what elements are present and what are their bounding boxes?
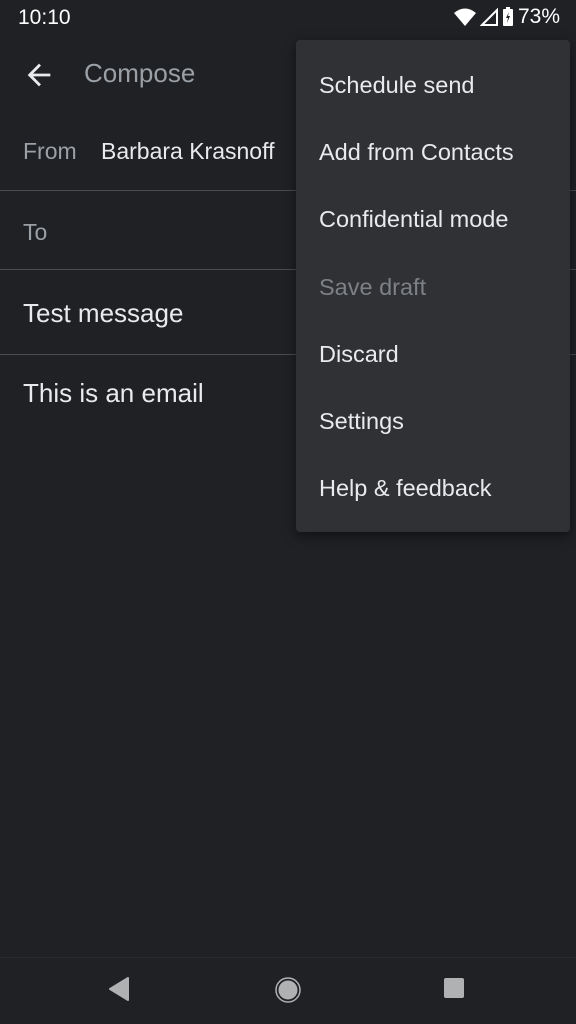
cellular-signal-icon — [479, 8, 498, 26]
from-value[interactable]: Barbara Krasnoff — [101, 138, 274, 165]
arrow-left-icon[interactable] — [22, 58, 56, 92]
page-title: Compose — [84, 58, 196, 88]
from-label: From — [23, 138, 77, 164]
menu-item-discard[interactable]: Discard — [296, 321, 570, 388]
battery-percent: 73% — [517, 5, 560, 28]
navigation-bar — [0, 957, 576, 1024]
nav-back-icon[interactable] — [108, 976, 132, 1002]
wifi-icon — [453, 8, 476, 26]
menu-item-settings[interactable]: Settings — [296, 388, 570, 455]
nav-recents-icon[interactable] — [442, 976, 466, 1000]
battery-charging-icon — [502, 7, 513, 26]
nav-home-icon[interactable] — [274, 976, 302, 1004]
menu-item-save-draft: Save draft — [319, 273, 427, 300]
menu-item-add-from-contacts[interactable]: Add from Contacts — [296, 119, 570, 186]
menu-item-confidential-mode[interactable]: Confidential mode — [296, 186, 570, 253]
status-bar: 10:10 73% — [0, 0, 576, 36]
subject-input[interactable]: Test message — [23, 298, 183, 329]
status-time: 10:10 — [18, 6, 71, 29]
menu-item-schedule-send[interactable]: Schedule send — [296, 52, 570, 119]
menu-item-help-feedback[interactable]: Help & feedback — [296, 455, 570, 522]
body-input[interactable]: This is an email — [23, 378, 204, 409]
overflow-menu: Schedule send Add from Contacts Confiden… — [296, 40, 570, 532]
to-label: To — [23, 219, 48, 245]
